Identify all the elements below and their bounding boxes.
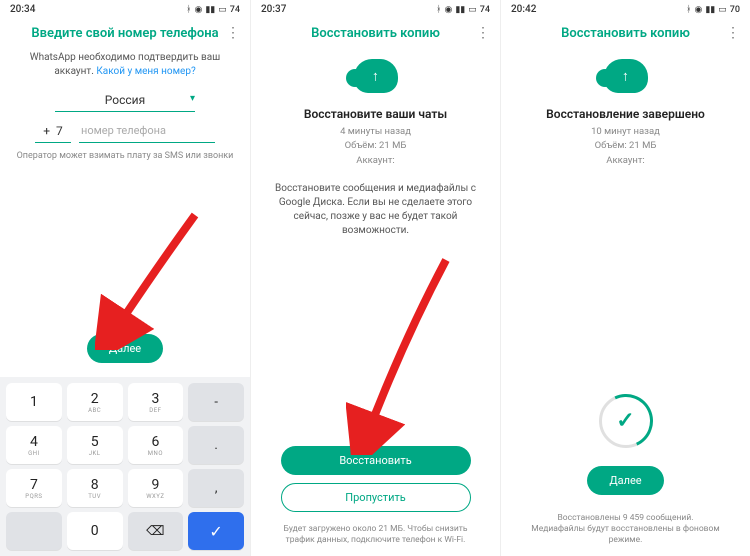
screen-phone-entry: 20:34 ᚼ ◉ ▮▮ ▭ 74 Введите свой номер тел… bbox=[0, 0, 250, 556]
kebab-icon[interactable]: ⋮ bbox=[476, 25, 490, 41]
backspace-icon: ⌫ bbox=[146, 524, 164, 539]
footnote: Восстановлены 9 459 сообщений. Медиафайл… bbox=[515, 513, 736, 556]
check-icon: ✓ bbox=[209, 522, 222, 541]
key-0[interactable]: 0 bbox=[67, 512, 123, 550]
my-number-link[interactable]: Какой у меня номер? bbox=[96, 66, 195, 77]
cloud-upload-icon bbox=[604, 59, 648, 93]
restore-button[interactable]: Восстановить bbox=[281, 446, 471, 475]
header: Восстановить копию ⋮ bbox=[251, 19, 500, 51]
numeric-keypad: 1 2ABC 3DEF - 4GHI 5JKL 6MNO . 7PQRS 8TU… bbox=[0, 377, 250, 556]
key-9[interactable]: 9WXYZ bbox=[128, 469, 184, 507]
key-5[interactable]: 5JKL bbox=[67, 426, 123, 464]
battery-icon: ▭ bbox=[718, 5, 727, 15]
skip-button[interactable]: Пропустить bbox=[281, 483, 471, 512]
cloud-upload-icon bbox=[354, 59, 398, 93]
signal-icon: ▮▮ bbox=[205, 5, 215, 15]
country-code-field[interactable]: + 7 bbox=[35, 120, 71, 143]
bluetooth-icon: ᚼ bbox=[686, 5, 691, 15]
backup-account: Аккаунт: bbox=[591, 154, 660, 168]
restore-subtitle: Восстановите ваши чаты bbox=[304, 107, 447, 121]
content: Восстановление завершено 10 минут назад … bbox=[501, 51, 750, 556]
header: Введите свой номер телефона ⋮ bbox=[0, 19, 250, 51]
key-dot[interactable]: . bbox=[188, 426, 244, 464]
backup-meta: 10 минут назад Объём: 21 МБ Аккаунт: bbox=[591, 125, 660, 168]
key-1[interactable]: 1 bbox=[6, 383, 62, 421]
restore-body: Восстановите сообщения и медиафайлы с Go… bbox=[265, 182, 486, 238]
status-icons: ᚼ ◉ ▮▮ ▭ 74 bbox=[186, 5, 240, 15]
backup-size: Объём: 21 МБ bbox=[591, 139, 660, 153]
phone-row: + 7 номер телефона bbox=[35, 120, 215, 143]
battery-icon: ▭ bbox=[218, 5, 227, 15]
clock: 20:37 bbox=[261, 4, 286, 15]
screen-restore-prompt: 20:37 ᚼ ◉ ▮▮ ▭ 74 Восстановить копию ⋮ В… bbox=[250, 0, 500, 556]
battery-icon: ▭ bbox=[468, 5, 477, 15]
page-title: Восстановить копию bbox=[275, 26, 476, 41]
status-bar: 20:42 ᚼ ◉ ▮▮ ▭ 70 bbox=[501, 0, 750, 19]
country-select[interactable]: Россия ▾ bbox=[55, 89, 195, 112]
clock: 20:34 bbox=[10, 4, 35, 15]
key-empty[interactable] bbox=[6, 512, 62, 550]
header: Восстановить копию ⋮ bbox=[501, 19, 750, 51]
backup-time: 4 минуты назад bbox=[340, 125, 411, 139]
next-button[interactable]: Далее bbox=[87, 334, 163, 363]
bluetooth-icon: ᚼ bbox=[186, 5, 191, 15]
phone-number-field[interactable]: номер телефона bbox=[79, 120, 215, 143]
content: WhatsApp необходимо подтвердить ваш акка… bbox=[0, 51, 250, 377]
signal-icon: ▮▮ bbox=[705, 5, 715, 15]
backup-size: Объём: 21 МБ bbox=[340, 139, 411, 153]
battery-level: 70 bbox=[730, 5, 740, 15]
status-bar: 20:34 ᚼ ◉ ▮▮ ▭ 74 bbox=[0, 0, 250, 19]
next-button[interactable]: Далее bbox=[587, 466, 663, 495]
backup-account: Аккаунт: bbox=[340, 154, 411, 168]
verify-description: WhatsApp необходимо подтвердить ваш акка… bbox=[14, 51, 236, 79]
signal-icon: ▮▮ bbox=[455, 5, 465, 15]
key-confirm[interactable]: ✓ bbox=[188, 512, 244, 550]
bluetooth-icon: ᚼ bbox=[436, 5, 441, 15]
status-bar: 20:37 ᚼ ◉ ▮▮ ▭ 74 bbox=[251, 0, 500, 19]
key-comma[interactable]: , bbox=[188, 469, 244, 507]
wifi-icon: ◉ bbox=[694, 5, 702, 15]
status-icons: ᚼ ◉ ▮▮ ▭ 70 bbox=[686, 5, 740, 15]
done-check-icon bbox=[599, 394, 653, 448]
battery-level: 74 bbox=[480, 5, 490, 15]
kebab-icon[interactable]: ⋮ bbox=[226, 25, 240, 41]
content: Восстановите ваши чаты 4 минуты назад Об… bbox=[251, 51, 500, 556]
chevron-down-icon: ▾ bbox=[190, 93, 195, 104]
sms-hint: Оператор может взимать плату за SMS или … bbox=[17, 151, 234, 161]
key-dash[interactable]: - bbox=[188, 383, 244, 421]
footnote: Будет загружено около 21 МБ. Чтобы снизи… bbox=[265, 524, 486, 556]
wifi-icon: ◉ bbox=[444, 5, 452, 15]
button-area: Восстановить Пропустить bbox=[265, 436, 486, 524]
backup-time: 10 минут назад bbox=[591, 125, 660, 139]
done-subtitle: Восстановление завершено bbox=[546, 107, 705, 121]
country-label: Россия bbox=[105, 93, 145, 107]
page-title: Введите свой номер телефона bbox=[24, 26, 226, 41]
key-7[interactable]: 7PQRS bbox=[6, 469, 62, 507]
wifi-icon: ◉ bbox=[194, 5, 202, 15]
battery-level: 74 bbox=[230, 5, 240, 15]
key-3[interactable]: 3DEF bbox=[128, 383, 184, 421]
status-icons: ᚼ ◉ ▮▮ ▭ 74 bbox=[436, 5, 490, 15]
backup-meta: 4 минуты назад Объём: 21 МБ Аккаунт: bbox=[340, 125, 411, 168]
key-2[interactable]: 2ABC bbox=[67, 383, 123, 421]
key-4[interactable]: 4GHI bbox=[6, 426, 62, 464]
key-backspace[interactable]: ⌫ bbox=[128, 512, 184, 550]
page-title: Восстановить копию bbox=[525, 26, 726, 41]
screen-restore-done: 20:42 ᚼ ◉ ▮▮ ▭ 70 Восстановить копию ⋮ В… bbox=[500, 0, 750, 556]
key-8[interactable]: 8TUV bbox=[67, 469, 123, 507]
kebab-icon[interactable]: ⋮ bbox=[726, 25, 740, 41]
clock: 20:42 bbox=[511, 4, 536, 15]
key-6[interactable]: 6MNO bbox=[128, 426, 184, 464]
